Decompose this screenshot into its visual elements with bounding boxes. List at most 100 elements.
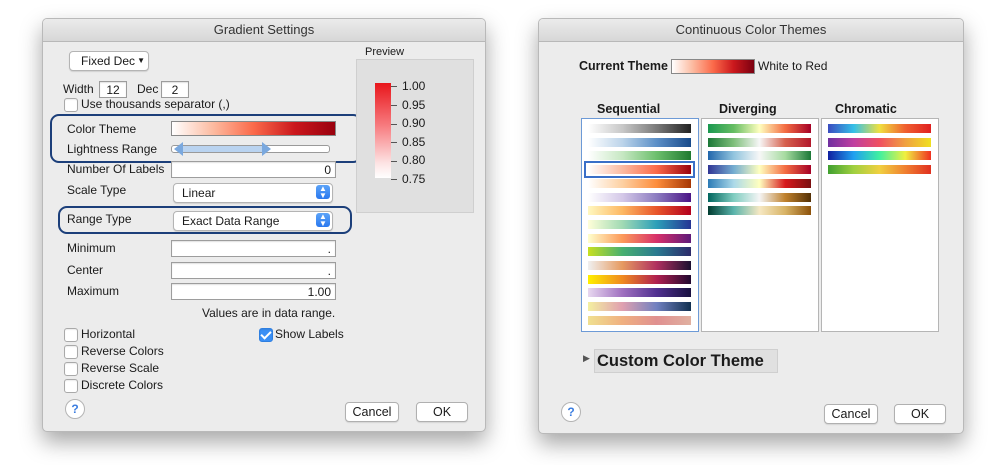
color-theme-label: Color Theme — [67, 122, 137, 136]
format-popup[interactable]: Fixed Dec ▼ — [69, 51, 149, 71]
preview-label: Preview — [365, 46, 405, 58]
horizontal-checkbox[interactable] — [64, 328, 78, 342]
sequential-theme-swatch[interactable] — [584, 161, 695, 179]
chromatic-theme-swatch[interactable] — [828, 124, 931, 133]
sequential-theme-swatch[interactable] — [588, 302, 691, 312]
sequential-theme-swatch[interactable] — [588, 288, 691, 298]
updown-stepper-icon: ▲ ▼ — [316, 213, 330, 228]
center-field[interactable]: . — [171, 262, 336, 279]
number-of-labels-field[interactable]: 0 — [171, 161, 336, 178]
help-button[interactable]: ? — [561, 402, 581, 422]
disclosure-triangle-icon[interactable]: ▶ — [583, 353, 590, 364]
range-type-popup[interactable]: Exact Data Range ▲ ▼ — [173, 211, 333, 231]
sequential-theme-swatch[interactable] — [588, 315, 691, 325]
diverging-theme-swatch[interactable] — [708, 192, 811, 202]
chromatic-header: Chromatic — [835, 102, 897, 116]
preview-tick: 1.00 — [391, 77, 451, 96]
lightness-right-handle[interactable] — [262, 142, 271, 156]
width-label: Width — [63, 82, 94, 96]
width-field[interactable]: 12 — [99, 81, 127, 98]
scale-type-value: Linear — [182, 186, 216, 200]
preview-tick: 0.75 — [391, 170, 451, 189]
preview-tick: 0.85 — [391, 133, 451, 152]
lightness-range-fill — [180, 146, 266, 152]
minimum-field[interactable]: . — [171, 240, 336, 257]
discrete-colors-label: Discrete Colors — [81, 378, 164, 392]
current-theme-label: Current Theme — [579, 59, 668, 73]
sequential-theme-swatch[interactable] — [588, 178, 691, 188]
preview-tick-label: 0.90 — [402, 116, 426, 131]
show-labels-checkbox[interactable] — [259, 328, 273, 342]
scale-type-label: Scale Type — [67, 183, 127, 197]
sequential-theme-list[interactable] — [581, 118, 699, 332]
current-theme-swatch — [671, 59, 755, 74]
sequential-theme-swatch[interactable] — [588, 274, 691, 284]
cancel-button[interactable]: Cancel — [824, 404, 878, 424]
cancel-button[interactable]: Cancel — [345, 402, 399, 422]
show-labels-label: Show Labels — [275, 327, 344, 341]
diverging-theme-swatch[interactable] — [708, 165, 811, 175]
color-theme-swatch[interactable] — [171, 121, 336, 136]
lightness-left-handle[interactable] — [174, 142, 183, 156]
custom-color-theme-label: Custom Color Theme — [597, 352, 764, 370]
sequential-theme-swatch[interactable] — [588, 247, 691, 257]
sequential-theme-swatch[interactable] — [588, 261, 691, 270]
sequential-theme-swatch[interactable] — [588, 206, 691, 216]
color-themes-dialog: Continuous Color Themes Current Theme Wh… — [538, 18, 964, 434]
preview-tick-label: 1.00 — [402, 79, 426, 93]
sequential-header: Sequential — [597, 102, 661, 116]
custom-color-theme-button[interactable]: Custom Color Theme — [594, 349, 778, 373]
reverse-colors-checkbox[interactable] — [64, 345, 78, 359]
sequential-theme-swatch[interactable] — [588, 192, 691, 202]
preview-color-bar — [375, 83, 391, 178]
preview-tick-label: 0.85 — [402, 134, 426, 149]
maximum-field[interactable]: 1.00 — [171, 283, 336, 300]
updown-stepper-icon: ▲ ▼ — [316, 185, 330, 200]
help-button[interactable]: ? — [65, 399, 85, 419]
thousands-separator-checkbox[interactable] — [64, 98, 78, 112]
range-type-label: Range Type — [67, 212, 132, 226]
maximum-label: Maximum — [67, 284, 120, 298]
scale-type-popup[interactable]: Linear ▲ ▼ — [173, 183, 333, 203]
data-range-note: Values are in data range. — [202, 306, 336, 320]
preview-tick: 0.95 — [391, 96, 451, 115]
dec-field[interactable]: 2 — [161, 81, 189, 98]
window-title: Continuous Color Themes — [539, 19, 963, 42]
ok-button[interactable]: OK — [894, 404, 946, 424]
preview-tick-label: 0.95 — [402, 97, 426, 112]
preview-panel: 1.00 0.95 0.90 0.85 0.80 0.75 — [356, 59, 474, 213]
diverging-theme-swatch[interactable] — [708, 151, 811, 161]
lightness-range-slider[interactable] — [171, 142, 330, 156]
sequential-theme-swatch[interactable] — [588, 233, 691, 243]
diverging-theme-swatch[interactable] — [708, 124, 811, 133]
minimum-label: Minimum — [67, 241, 116, 255]
reverse-scale-label: Reverse Scale — [81, 361, 160, 375]
preview-tick-label: 0.75 — [402, 171, 426, 186]
preview-tick: 0.90 — [391, 114, 451, 133]
sequential-theme-swatch[interactable] — [588, 151, 691, 161]
diverging-theme-swatch[interactable] — [708, 206, 811, 216]
chromatic-theme-list[interactable] — [821, 118, 939, 332]
range-type-value: Exact Data Range — [182, 214, 280, 228]
lightness-range-label: Lightness Range — [67, 142, 158, 156]
chromatic-theme-swatch[interactable] — [828, 137, 931, 147]
preview-tick-labels: 1.00 0.95 0.90 0.85 0.80 0.75 — [391, 77, 451, 189]
sequential-theme-swatch[interactable] — [588, 219, 691, 229]
diverging-theme-swatch[interactable] — [708, 178, 811, 188]
ok-button[interactable]: OK — [416, 402, 468, 422]
diverging-theme-swatch[interactable] — [708, 137, 811, 147]
number-of-labels-label: Number Of Labels — [67, 162, 165, 176]
sequential-theme-swatch[interactable] — [588, 137, 691, 147]
preview-tick: 0.80 — [391, 151, 451, 170]
reverse-scale-checkbox[interactable] — [64, 362, 78, 376]
chevron-down-icon: ▼ — [137, 56, 145, 65]
chromatic-theme-swatch[interactable] — [828, 165, 931, 175]
window-title: Gradient Settings — [43, 19, 485, 42]
center-label: Center — [67, 263, 104, 277]
diverging-theme-list[interactable] — [701, 118, 819, 332]
discrete-colors-checkbox[interactable] — [64, 379, 78, 393]
chromatic-theme-swatch[interactable] — [828, 151, 931, 161]
reverse-colors-label: Reverse Colors — [81, 344, 164, 358]
sequential-theme-swatch[interactable] — [588, 124, 691, 133]
diverging-header: Diverging — [719, 102, 777, 116]
